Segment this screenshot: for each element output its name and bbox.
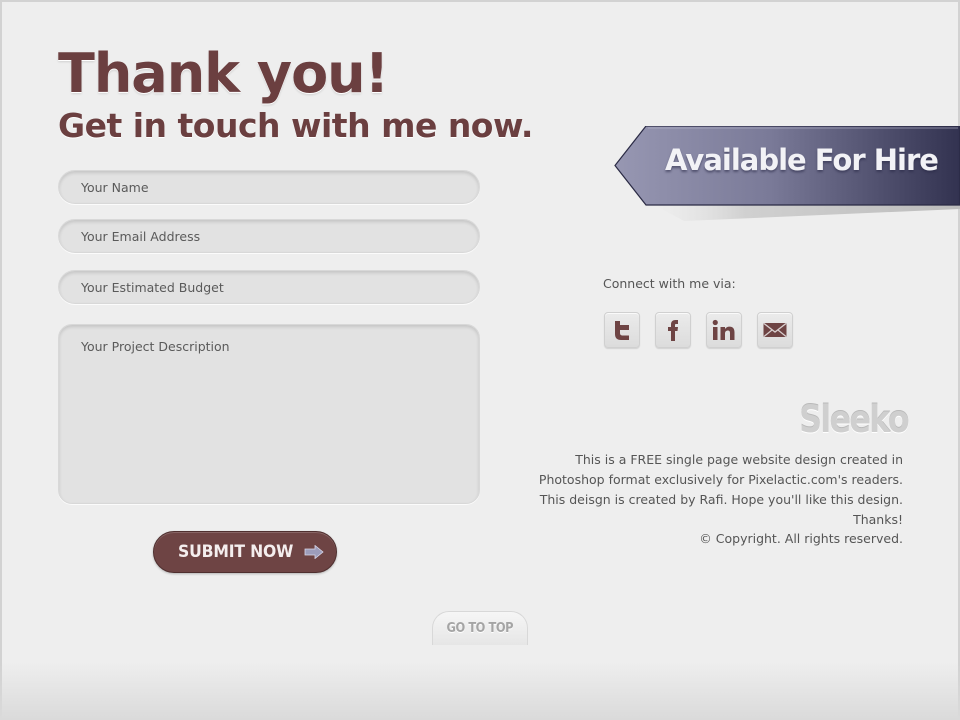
sleeko-logo: Sleeko (799, 398, 910, 441)
facebook-icon (668, 320, 678, 341)
email-button[interactable] (757, 312, 793, 348)
page-title: Thank you! (58, 42, 389, 105)
copyright-text: © Copyright. All rights reserved. (699, 531, 903, 546)
budget-input[interactable] (58, 270, 480, 304)
linkedin-button[interactable] (706, 312, 742, 348)
footer-texture (0, 662, 960, 720)
email-icon (763, 322, 787, 337)
go-to-top-button[interactable]: GO TO TOP (432, 611, 528, 645)
name-input[interactable] (58, 170, 480, 204)
connect-label: Connect with me via: (603, 276, 736, 291)
project-description-textarea[interactable] (58, 324, 480, 504)
page-subtitle: Get in touch with me now. (58, 106, 533, 145)
submit-button-label: SUBMIT NOW (178, 542, 294, 562)
go-to-top-label: GO TO TOP (446, 621, 514, 636)
available-for-hire-label[interactable]: Available For Hire (665, 143, 939, 177)
arrow-right-icon (304, 545, 324, 559)
twitter-icon (615, 321, 629, 340)
facebook-button[interactable] (655, 312, 691, 348)
footer-description: This is a FREE single page website desig… (538, 452, 903, 527)
linkedin-icon (712, 319, 735, 340)
submit-button[interactable]: SUBMIT NOW (153, 531, 337, 573)
email-input[interactable] (58, 219, 480, 253)
twitter-button[interactable] (604, 312, 640, 348)
